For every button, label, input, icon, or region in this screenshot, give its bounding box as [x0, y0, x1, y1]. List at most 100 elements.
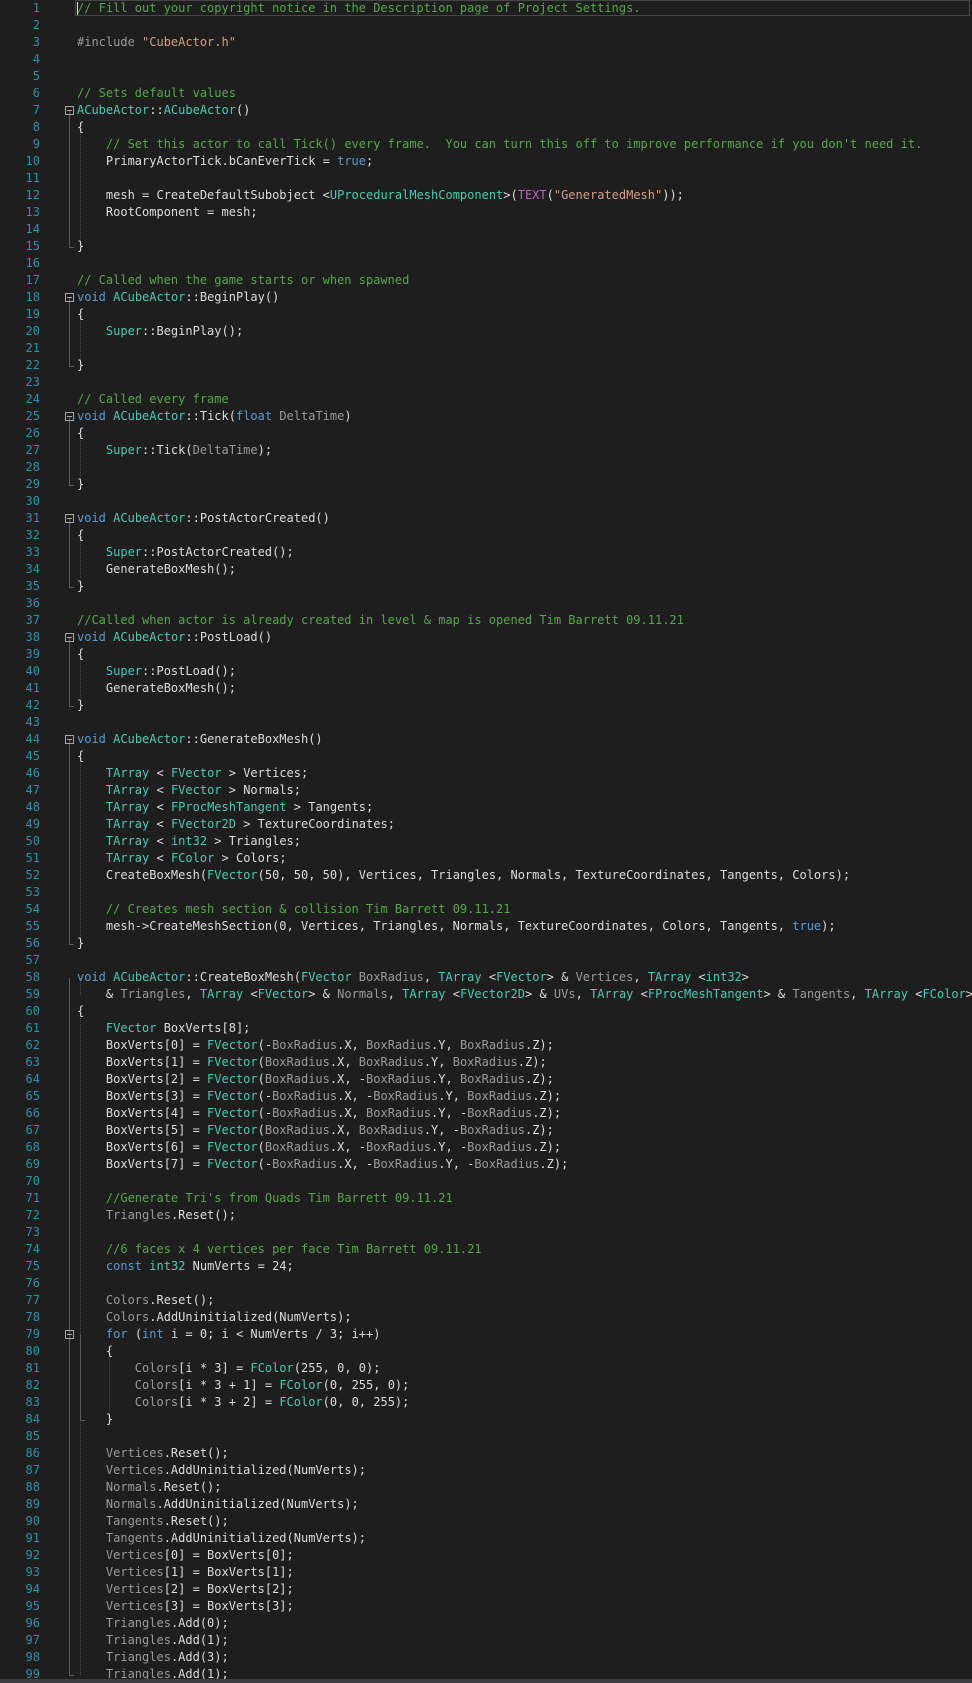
code-line[interactable]: 84 } — [0, 1411, 972, 1428]
code-line[interactable]: 64 BoxVerts[2] = FVector(BoxRadius.X, -B… — [0, 1071, 972, 1088]
code-line[interactable]: 3 #include "CubeActor.h" — [0, 34, 972, 51]
code-line[interactable]: 85 — [0, 1428, 972, 1445]
code-line[interactable]: 44 void ACubeActor::GenerateBoxMesh() — [0, 731, 972, 748]
code-line[interactable]: 60 { — [0, 1003, 972, 1020]
code-line[interactable]: 97 Triangles.Add(1); — [0, 1632, 972, 1649]
code-line[interactable]: 1 // Fill out your copyright notice in th… — [0, 0, 972, 17]
code-line[interactable]: 83 Colors[i * 3 + 2] = FColor(0, 0, 255)… — [0, 1394, 972, 1411]
code-line[interactable]: 92 Vertices[0] = BoxVerts[0]; — [0, 1547, 972, 1564]
code-line[interactable]: 89 Normals.AddUninitialized(NumVerts); — [0, 1496, 972, 1513]
code-line[interactable]: 59 & Triangles, TArray <FVector> & Norma… — [0, 986, 972, 1003]
code-line[interactable]: 46 TArray < FVector > Vertices; — [0, 765, 972, 782]
code-line[interactable]: 47 TArray < FVector > Normals; — [0, 782, 972, 799]
code-line[interactable]: 91 Tangents.AddUninitialized(NumVerts); — [0, 1530, 972, 1547]
code-line[interactable]: 93 Vertices[1] = BoxVerts[1]; — [0, 1564, 972, 1581]
collapse-toggle-icon[interactable] — [65, 412, 74, 421]
code-line[interactable]: 10 PrimaryActorTick.bCanEverTick = true; — [0, 153, 972, 170]
code-line[interactable]: 27 Super::Tick(DeltaTime); — [0, 442, 972, 459]
code-line[interactable]: 98 Triangles.Add(3); — [0, 1649, 972, 1666]
code-line[interactable]: 12 mesh = CreateDefaultSubobject <UProce… — [0, 187, 972, 204]
code-line[interactable]: 95 Vertices[3] = BoxVerts[3]; — [0, 1598, 972, 1615]
code-line[interactable]: 52 CreateBoxMesh(FVector(50, 50, 50), Ve… — [0, 867, 972, 884]
code-line[interactable]: 87 Vertices.AddUninitialized(NumVerts); — [0, 1462, 972, 1479]
code-line[interactable]: 71 //Generate Tri's from Quads Tim Barre… — [0, 1190, 972, 1207]
code-line[interactable]: 63 BoxVerts[1] = FVector(BoxRadius.X, Bo… — [0, 1054, 972, 1071]
collapse-toggle-icon[interactable] — [65, 633, 74, 642]
code-line[interactable]: 45 { — [0, 748, 972, 765]
code-line[interactable]: 33 Super::PostActorCreated(); — [0, 544, 972, 561]
code-line[interactable]: 13 RootComponent = mesh; — [0, 204, 972, 221]
code-line[interactable]: 50 TArray < int32 > Triangles; — [0, 833, 972, 850]
code-line[interactable]: 32 { — [0, 527, 972, 544]
collapse-toggle-icon[interactable] — [65, 293, 74, 302]
code-line[interactable]: 41 GenerateBoxMesh(); — [0, 680, 972, 697]
code-line[interactable]: 4 — [0, 51, 972, 68]
code-line[interactable]: 19 { — [0, 306, 972, 323]
collapse-toggle-icon[interactable] — [65, 735, 74, 744]
code-line[interactable]: 78 Colors.AddUninitialized(NumVerts); — [0, 1309, 972, 1326]
code-line[interactable]: 69 BoxVerts[7] = FVector(-BoxRadius.X, -… — [0, 1156, 972, 1173]
code-line[interactable]: 34 GenerateBoxMesh(); — [0, 561, 972, 578]
code-line[interactable]: 43 — [0, 714, 972, 731]
collapse-toggle-icon[interactable] — [65, 1330, 74, 1339]
code-line[interactable]: 79 for (int i = 0; i < NumVerts / 3; i++… — [0, 1326, 972, 1343]
code-line[interactable]: 40 Super::PostLoad(); — [0, 663, 972, 680]
code-line[interactable]: 26 { — [0, 425, 972, 442]
code-line[interactable]: 9 // Set this actor to call Tick() every… — [0, 136, 972, 153]
code-line[interactable]: 16 — [0, 255, 972, 272]
code-line[interactable]: 54 // Creates mesh section & collision T… — [0, 901, 972, 918]
code-line[interactable]: 51 TArray < FColor > Colors; — [0, 850, 972, 867]
code-line[interactable]: 77 Colors.Reset(); — [0, 1292, 972, 1309]
collapse-toggle-icon[interactable] — [65, 514, 74, 523]
code-line[interactable]: 17 // Called when the game starts or when… — [0, 272, 972, 289]
code-line[interactable]: 90 Tangents.Reset(); — [0, 1513, 972, 1530]
code-line[interactable]: 24 // Called every frame — [0, 391, 972, 408]
code-line[interactable]: 96 Triangles.Add(0); — [0, 1615, 972, 1632]
code-line[interactable]: 38 void ACubeActor::PostLoad() — [0, 629, 972, 646]
code-line[interactable]: 72 Triangles.Reset(); — [0, 1207, 972, 1224]
code-line[interactable]: 65 BoxVerts[3] = FVector(-BoxRadius.X, -… — [0, 1088, 972, 1105]
code-editor[interactable]: 1 // Fill out your copyright notice in th… — [0, 0, 972, 1683]
code-line[interactable]: 62 BoxVerts[0] = FVector(-BoxRadius.X, B… — [0, 1037, 972, 1054]
code-line[interactable]: 55 mesh->CreateMeshSection(0, Vertices, … — [0, 918, 972, 935]
code-line[interactable]: 37 //Called when actor is already created… — [0, 612, 972, 629]
code-line[interactable]: 18 void ACubeActor::BeginPlay() — [0, 289, 972, 306]
code-line[interactable]: 20 Super::BeginPlay(); — [0, 323, 972, 340]
code-line[interactable]: 49 TArray < FVector2D > TextureCoordinat… — [0, 816, 972, 833]
code-line[interactable]: 42} — [0, 697, 972, 714]
code-line[interactable]: 21 — [0, 340, 972, 357]
code-line[interactable]: 39 { — [0, 646, 972, 663]
code-line[interactable]: 88 Normals.Reset(); — [0, 1479, 972, 1496]
code-line[interactable]: 80 { — [0, 1343, 972, 1360]
collapse-toggle-icon[interactable] — [65, 106, 74, 115]
code-line[interactable]: 56} — [0, 935, 972, 952]
code-line[interactable]: 28 — [0, 459, 972, 476]
code-line[interactable]: 68 BoxVerts[6] = FVector(BoxRadius.X, -B… — [0, 1139, 972, 1156]
code-line[interactable]: 48 TArray < FProcMeshTangent > Tangents; — [0, 799, 972, 816]
code-line[interactable]: 53 — [0, 884, 972, 901]
code-line[interactable]: 14 — [0, 221, 972, 238]
code-line[interactable]: 8{ — [0, 119, 972, 136]
code-line[interactable]: 86 Vertices.Reset(); — [0, 1445, 972, 1462]
code-line[interactable]: 35} — [0, 578, 972, 595]
code-line[interactable]: 6 // Sets default values — [0, 85, 972, 102]
code-line[interactable]: 74 //6 faces x 4 vertices per face Tim B… — [0, 1241, 972, 1258]
code-line[interactable]: 29} — [0, 476, 972, 493]
code-line[interactable]: 58 void ACubeActor::CreateBoxMesh(FVector… — [0, 969, 972, 986]
code-line[interactable]: 70 — [0, 1173, 972, 1190]
code-line[interactable]: 22} — [0, 357, 972, 374]
code-line[interactable]: 30 — [0, 493, 972, 510]
code-line[interactable]: 5 — [0, 68, 972, 85]
code-line[interactable]: 2 — [0, 17, 972, 34]
code-line[interactable]: 7 ACubeActor::ACubeActor() — [0, 102, 972, 119]
code-line[interactable]: 67 BoxVerts[5] = FVector(BoxRadius.X, Bo… — [0, 1122, 972, 1139]
code-line[interactable]: 57 — [0, 952, 972, 969]
code-line[interactable]: 75 const int32 NumVerts = 24; — [0, 1258, 972, 1275]
code-line[interactable]: 94 Vertices[2] = BoxVerts[2]; — [0, 1581, 972, 1598]
code-line[interactable]: 81 Colors[i * 3] = FColor(255, 0, 0); — [0, 1360, 972, 1377]
code-line[interactable]: 36 — [0, 595, 972, 612]
code-line[interactable]: 76 — [0, 1275, 972, 1292]
code-line[interactable]: 25 void ACubeActor::Tick(float DeltaTime) — [0, 408, 972, 425]
code-line[interactable]: 61 FVector BoxVerts[8]; — [0, 1020, 972, 1037]
code-line[interactable]: 15} — [0, 238, 972, 255]
